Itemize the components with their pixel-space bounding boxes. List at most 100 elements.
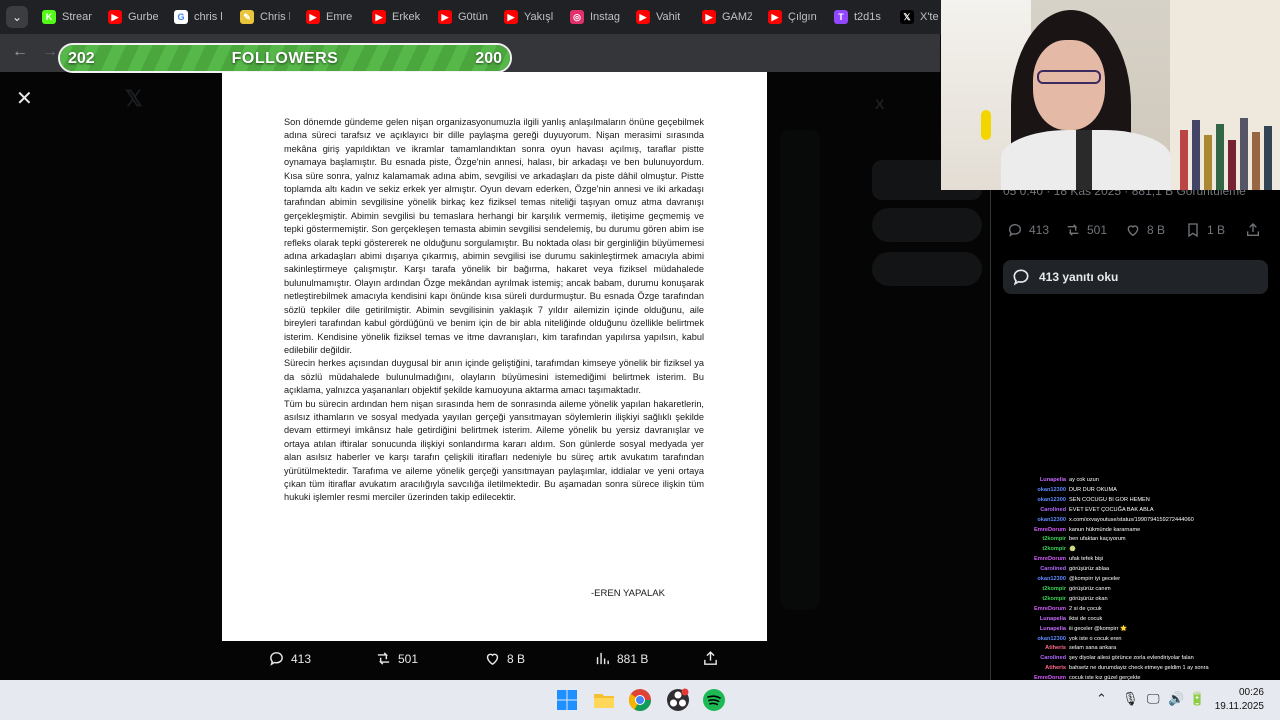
back-icon[interactable]: ←: [12, 43, 28, 61]
chat-username: Lunapelia: [1039, 625, 1066, 632]
chrome-icon[interactable]: [628, 688, 652, 712]
battery-icon[interactable]: 🔋: [1189, 691, 1205, 707]
chat-message: Lunapelia iii geceler @kompirr 🌟: [1030, 625, 1270, 635]
repost-icon: [377, 652, 390, 665]
x-icon: 𝕏: [900, 10, 914, 24]
browser-tab[interactable]: Gchris l: [166, 4, 232, 30]
chat-text: bahsetz ne durumdayiz check etmeye geldi…: [1069, 665, 1209, 672]
statement-paragraph: Son dönemde gündeme gelen nişan organiza…: [284, 117, 704, 355]
file-explorer-icon[interactable]: [592, 688, 616, 712]
chat-username: okan12300: [1037, 516, 1066, 523]
heart-icon: [486, 653, 499, 666]
browser-tab[interactable]: ◎ Instag: [562, 4, 628, 30]
statement-text: Son dönemde gündeme gelen nişan organiza…: [284, 116, 704, 505]
chat-username: Lunapelia: [1039, 477, 1066, 483]
volume-icon[interactable]: 🔊: [1168, 691, 1184, 707]
tweet-image[interactable]: Son dönemde gündeme gelen nişan organiza…: [222, 72, 767, 641]
youtube-icon: ▶: [504, 10, 518, 24]
chat-username: Atiheris: [1045, 665, 1066, 672]
browser-tab[interactable]: ▶ Emre: [298, 4, 364, 30]
panel-reply-count: 413: [1029, 223, 1050, 237]
repost-button[interactable]: 501: [375, 650, 418, 667]
followers-title: FOLLOWERS: [231, 50, 339, 67]
screen: ⌄ K Stream ▶ Gurbe Gchris l ✎ Chris l ▶ Emre ▶ Erk…: [0, 0, 1280, 720]
chevron-down-icon[interactable]: ⌄: [6, 6, 28, 28]
book: [1192, 120, 1200, 190]
browser-tab[interactable]: ▶ G0tün: [430, 4, 496, 30]
streamer-tie: [1076, 130, 1092, 190]
browser-tab[interactable]: K Stream: [34, 4, 100, 30]
forward-icon[interactable]: →: [42, 43, 58, 61]
browser-tab[interactable]: Tt2d1s: [826, 4, 892, 30]
chat-message: t2kompir görüşürüz okan: [1030, 595, 1270, 605]
browser-tab[interactable]: ▶ Yakışl: [496, 4, 562, 30]
chat-text: EVET EVET ÇOCUĞA BAK ABLA: [1069, 506, 1154, 513]
browser-tab[interactable]: ✎ Chris l: [232, 4, 298, 30]
views-button[interactable]: 881 B: [594, 650, 648, 667]
read-replies-button[interactable]: 413 yanıtı oku: [1003, 260, 1268, 294]
clock-date: 19.11.2025: [1214, 701, 1264, 712]
chat-message: Lunapelia ay cok uzun: [1030, 476, 1270, 486]
reply-icon: [1008, 223, 1022, 237]
chat-username: Carolined: [1040, 566, 1066, 573]
chat-username: okan12300: [1037, 486, 1066, 493]
chat-text: ufak tefek bişi: [1069, 556, 1104, 563]
chat-username: EmreDorum: [1033, 556, 1066, 563]
reply-button[interactable]: 413: [268, 650, 311, 667]
chevron-up-icon[interactable]: ⌃: [1096, 691, 1107, 707]
reply-icon: [1013, 269, 1029, 286]
chat-username: t2kompir: [1042, 536, 1066, 543]
chat-text: yok iste o cocuk eren: [1069, 635, 1122, 642]
chat-message: t2kompir 🍈: [1030, 545, 1270, 555]
streamer-face: [1033, 40, 1105, 130]
browser-tab-label: Chris l: [260, 11, 290, 23]
windows-taskbar: ⌃ 🎙 🖵 🔊 🔋 00:26 19.11.2025: [0, 680, 1280, 720]
chat-text: şey diyolar ailesi görünce zorla evlendi…: [1069, 655, 1194, 662]
chat-username: Atiheris: [1045, 645, 1066, 652]
chat-username: t2kompir: [1042, 595, 1066, 602]
share-button[interactable]: [702, 650, 725, 667]
repost-count: 501: [398, 651, 419, 666]
browser-tab[interactable]: ▶ Erkek: [364, 4, 430, 30]
panel-repost-button[interactable]: 501: [1065, 222, 1107, 238]
chat-message: Lunapelia ikisi de cocuk: [1030, 615, 1270, 625]
x-logo-icon: 𝕏: [125, 86, 143, 111]
chat-message: EmreDorum 2 si de çocuk: [1030, 605, 1270, 615]
panel-share-button[interactable]: [1245, 222, 1267, 238]
streamer-glasses: [1037, 70, 1101, 84]
panel-bookmark-button[interactable]: 1 B: [1185, 222, 1225, 238]
spotify-icon[interactable]: [702, 688, 726, 712]
youtube-icon: ▶: [372, 10, 386, 24]
microphone-icon[interactable]: 🎙: [1122, 691, 1139, 707]
book: [1204, 135, 1212, 190]
book: [1180, 130, 1188, 190]
browser-tab[interactable]: ▶ Çılgın: [760, 4, 826, 30]
media-action-bar: 413 501 8 B 881 B: [240, 650, 740, 672]
browser-tab[interactable]: ▶ Vahit: [628, 4, 694, 30]
like-button[interactable]: 8 B: [484, 650, 525, 667]
chat-text: x.com/xxvayoutuse/status/199079415927244…: [1069, 516, 1194, 523]
chat-text: SEN COCUGU BI GOR HEMEN: [1069, 496, 1150, 503]
chat-username: okan12300: [1037, 496, 1066, 503]
browser-tab[interactable]: ▶ Gurbe: [100, 4, 166, 30]
ghost-column: [780, 130, 820, 610]
clock-time: 00:26: [1238, 687, 1264, 698]
chat-username: EmreDorum: [1033, 605, 1066, 612]
browser-tab-label: Emre: [326, 11, 353, 23]
system-clock[interactable]: 00:26 19.11.2025: [1215, 686, 1264, 714]
tweet-action-bar: 413 501 8 B 1 B: [1003, 222, 1268, 242]
chat-message: Carolined görüşürüz ablaa: [1030, 565, 1270, 575]
network-icon[interactable]: 🖵: [1147, 691, 1160, 707]
chat-text: @kompirr iyi geceler: [1069, 576, 1121, 583]
obs-icon[interactable]: [666, 688, 690, 712]
chat-message: Carolined EVET EVET ÇOCUĞA BAK ABLA: [1030, 506, 1270, 516]
close-icon[interactable]: ✕: [16, 86, 33, 111]
browser-tab-label: X'te: [920, 11, 939, 23]
windows-start-icon[interactable]: [555, 688, 579, 712]
panel-like-button[interactable]: 8 B: [1125, 222, 1165, 238]
yellow-object: [981, 110, 991, 140]
panel-reply-button[interactable]: 413: [1007, 222, 1049, 238]
heart-icon: [1127, 225, 1139, 237]
browser-tab-label: t2d1s: [854, 11, 881, 23]
browser-tab[interactable]: ▶ GAMZ: [694, 4, 760, 30]
